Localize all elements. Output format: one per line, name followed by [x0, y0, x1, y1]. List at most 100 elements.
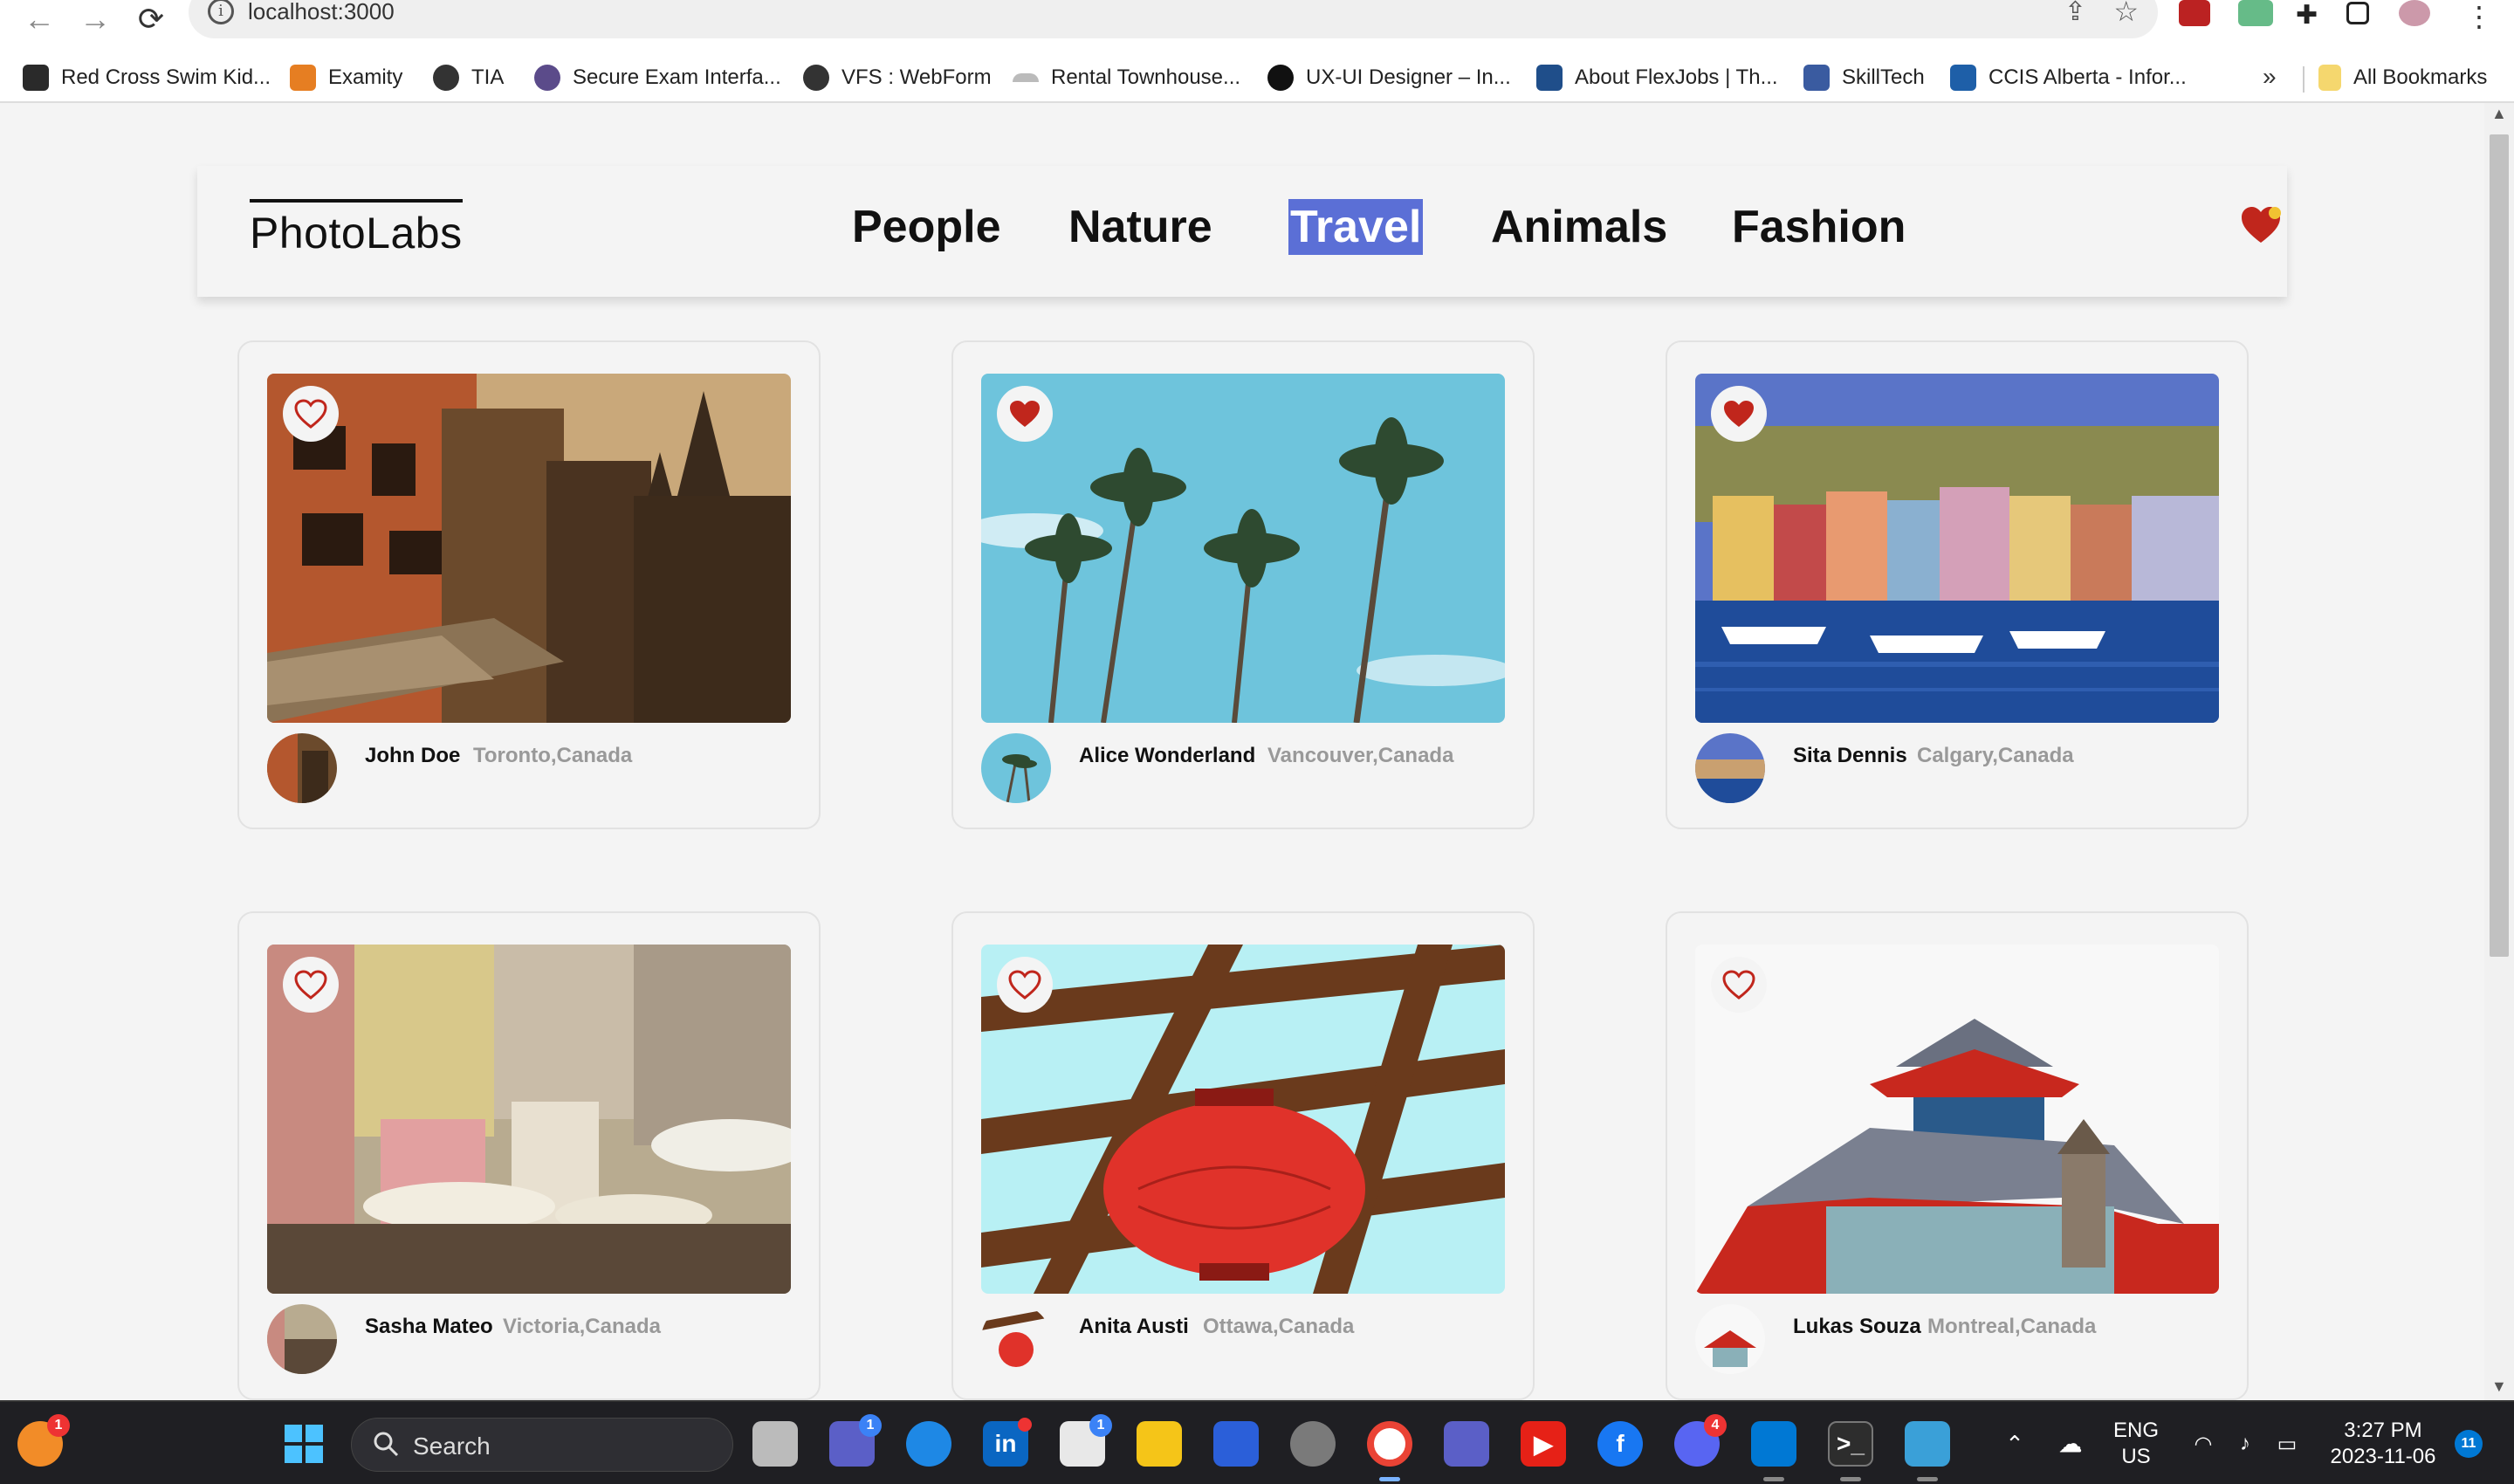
battery-icon[interactable]: ▭ — [2264, 1421, 2310, 1467]
topic-people[interactable]: People — [852, 199, 1001, 255]
like-button[interactable] — [1711, 386, 1767, 442]
active-app-indicator — [1379, 1477, 1400, 1481]
bookmark-item[interactable]: UX-UI Designer – In... — [1267, 61, 1511, 94]
bookmark-item[interactable]: CCIS Alberta - Infor... — [1950, 61, 2187, 94]
youtube-icon[interactable]: ▶ — [1521, 1421, 1566, 1467]
task-view-icon[interactable] — [752, 1421, 798, 1467]
bookmark-item[interactable]: Secure Exam Interfa... — [534, 61, 781, 94]
like-button[interactable] — [997, 957, 1053, 1013]
favorites-heart-icon[interactable] — [2238, 203, 2284, 248]
photolabs-page: PhotoLabs People Nature Travel Animals F… — [0, 103, 2514, 1400]
address-bar[interactable]: i localhost:3000 ⇪ ☆ — [189, 0, 2158, 38]
topic-travel[interactable]: Travel — [1288, 199, 1424, 255]
photo-card[interactable]: Alice Wonderland Vancouver,Canada — [951, 340, 1535, 829]
language-indicator[interactable]: ENG US — [2105, 1418, 2167, 1470]
bookmark-item[interactable]: TIA — [433, 61, 504, 94]
app-logo[interactable]: PhotoLabs — [250, 199, 463, 258]
store-icon[interactable]: 1 — [1060, 1414, 1112, 1467]
keyboard-region: US — [2121, 1445, 2151, 1468]
browser-menu-icon[interactable]: ⋮ — [2465, 0, 2493, 33]
bookmark-favicon-icon — [23, 65, 49, 91]
scrollbar-thumb[interactable] — [2490, 134, 2509, 957]
scroll-up-icon[interactable]: ▲ — [2491, 105, 2507, 123]
extension-icon[interactable] — [2238, 0, 2273, 26]
photo-card[interactable]: Lukas Souza Montreal,Canada — [1666, 911, 2249, 1400]
photo-image[interactable] — [981, 945, 1505, 1294]
topic-animals[interactable]: Animals — [1491, 199, 1667, 255]
bookmark-item[interactable]: Examity — [290, 61, 402, 94]
bookmark-item[interactable]: SkillTech — [1803, 61, 1925, 94]
side-panel-icon[interactable] — [2346, 2, 2369, 24]
reload-icon[interactable]: ⟳ — [129, 0, 173, 38]
bookmark-item[interactable]: About FlexJobs | Th... — [1536, 61, 1778, 94]
bookmark-favicon-icon — [534, 65, 560, 91]
file-explorer-icon[interactable] — [1137, 1421, 1182, 1467]
terminal-icon[interactable]: >_ — [1828, 1421, 1873, 1467]
avatar — [1695, 733, 1765, 803]
share-icon[interactable]: ⇪ — [2064, 0, 2086, 27]
avatar — [981, 733, 1051, 803]
hillside-market-photo — [267, 945, 791, 1294]
chevron-up-icon[interactable]: ⌃ — [1992, 1421, 2037, 1467]
linkedin-icon[interactable]: in — [983, 1418, 1032, 1467]
weather-widget-icon[interactable]: 1 — [17, 1414, 70, 1467]
clock[interactable]: 3:27 PM 2023-11-06 — [2322, 1418, 2444, 1470]
running-app-indicator — [1917, 1477, 1938, 1481]
bookmark-star-icon[interactable]: ☆ — [2113, 0, 2139, 28]
photo-card[interactable]: Anita Austi Ottawa,Canada — [951, 911, 1535, 1400]
photo-location: Montreal,Canada — [1927, 1315, 2097, 1338]
like-button[interactable] — [1711, 957, 1767, 1013]
photo-image[interactable] — [267, 374, 791, 723]
bookmark-item[interactable]: Rental Townhouse... — [1013, 61, 1240, 94]
photographer-name: John Doe — [365, 744, 461, 767]
photo-card[interactable]: Sasha Mateo Victoria,Canada — [237, 911, 821, 1400]
like-button[interactable] — [283, 386, 339, 442]
bookmark-label: Secure Exam Interfa... — [573, 65, 781, 89]
taskbar-search-box[interactable]: Search — [351, 1418, 733, 1472]
discord-icon[interactable]: 4 — [1674, 1414, 1727, 1467]
settings-gear-icon[interactable] — [1290, 1421, 1336, 1467]
wifi-icon[interactable]: ◠ — [2181, 1421, 2226, 1467]
chat-icon[interactable]: 1 — [829, 1414, 882, 1467]
page-scrollbar[interactable]: ▲ ▼ — [2484, 103, 2514, 1400]
address-url[interactable]: localhost:3000 — [248, 0, 395, 25]
app-icon[interactable] — [1213, 1421, 1259, 1467]
photo-card[interactable]: Sita Dennis Calgary,Canada — [1666, 340, 2249, 829]
topic-fashion[interactable]: Fashion — [1732, 199, 1906, 255]
bookmark-label: UX-UI Designer – In... — [1306, 65, 1511, 89]
facebook-icon[interactable]: f — [1597, 1421, 1643, 1467]
all-bookmarks-button[interactable]: All Bookmarks — [2318, 61, 2487, 94]
extensions-puzzle-icon[interactable]: ✚ — [2296, 0, 2327, 30]
notepad-icon[interactable] — [1905, 1421, 1950, 1467]
topic-nature[interactable]: Nature — [1068, 199, 1212, 255]
back-icon[interactable]: ← — [17, 0, 61, 38]
photo-card[interactable]: John Doe Toronto,Canada — [237, 340, 821, 829]
scroll-down-icon[interactable]: ▼ — [2491, 1378, 2507, 1396]
like-button[interactable] — [997, 386, 1053, 442]
teams-icon[interactable] — [1444, 1421, 1489, 1467]
windows-taskbar: 1 Search 1 in 1 ▶ f 4 >_ ⌃ ☁ ENG US ◠ ♪ … — [0, 1400, 2514, 1484]
photo-image[interactable] — [267, 945, 791, 1294]
photo-image[interactable] — [1695, 945, 2219, 1294]
bookmark-label: About FlexJobs | Th... — [1575, 65, 1778, 89]
bookmark-item[interactable]: VFS : WebForm — [803, 61, 992, 94]
profile-avatar[interactable] — [2399, 0, 2430, 26]
site-info-icon[interactable]: i — [208, 0, 234, 24]
extension-icon[interactable] — [2179, 0, 2210, 26]
old-city-photo — [267, 374, 791, 723]
photo-image[interactable] — [1695, 374, 2219, 723]
onedrive-cloud-icon[interactable]: ☁ — [2048, 1421, 2093, 1467]
heart-outline-icon — [294, 970, 327, 1000]
notification-center-badge[interactable]: 11 — [2455, 1430, 2483, 1458]
photographer-name: Sita Dennis — [1793, 744, 1907, 767]
volume-icon[interactable]: ♪ — [2222, 1421, 2268, 1467]
bookmarks-overflow-icon[interactable]: » — [2263, 63, 2277, 91]
forward-icon[interactable]: → — [73, 0, 117, 38]
bookmark-item[interactable]: Red Cross Swim Kid... — [23, 61, 271, 94]
vscode-icon[interactable] — [1751, 1421, 1796, 1467]
like-button[interactable] — [283, 957, 339, 1013]
windows-start-icon[interactable] — [281, 1421, 326, 1467]
edge-browser-icon[interactable] — [906, 1421, 951, 1467]
chrome-icon[interactable] — [1367, 1421, 1412, 1467]
photo-image[interactable] — [981, 374, 1505, 723]
